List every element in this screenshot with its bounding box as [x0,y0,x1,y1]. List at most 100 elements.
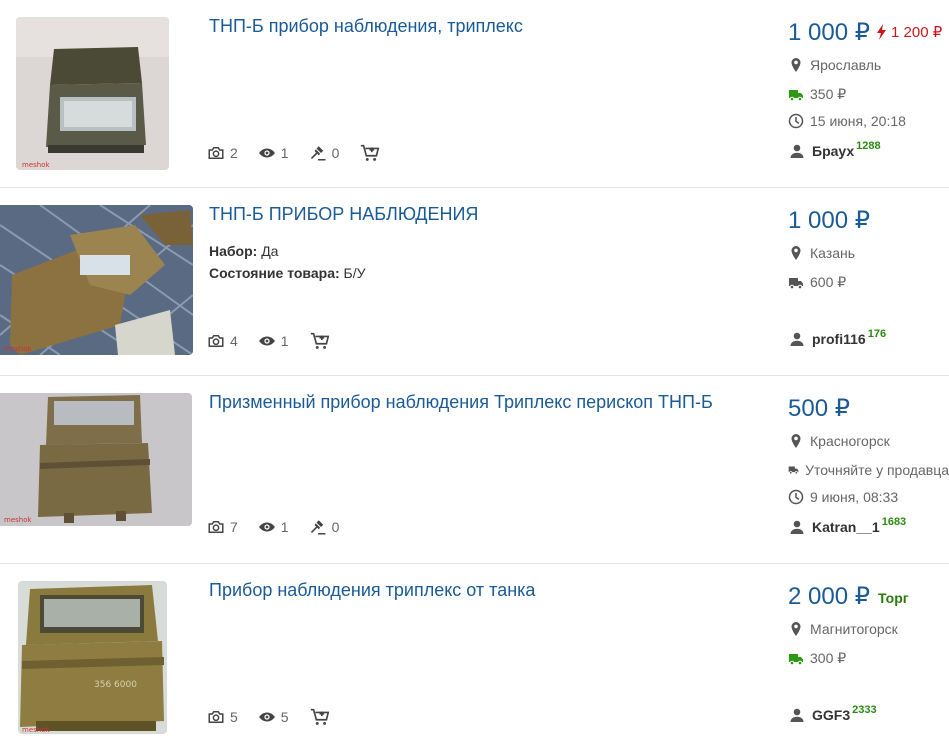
listing-row: 356 6000 meshok Прибор наблюдения трипле… [0,564,949,752]
blitz-price-value: 1 200 ₽ [891,24,943,41]
cart-add-icon [310,708,329,725]
property-row: Набор: Да [209,240,366,262]
seller-name: GGF3 [812,707,851,723]
add-to-cart-button[interactable] [359,142,386,164]
eye-icon [258,522,275,532]
listing-row: meshok ТНП-Б ПРИБОР НАБЛЮДЕНИЯ Набор: Да… [0,188,949,376]
listing-delivery: Уточняйте у продавца [788,462,949,478]
add-to-cart-button[interactable] [309,330,336,352]
product-photo: meshok [0,393,192,526]
gavel-icon [310,146,326,161]
listing-date: 9 июня, 08:33 [788,489,898,505]
svg-text:meshok: meshok [4,345,32,353]
listing-title[interactable]: Прибор наблюдения триплекс от танка [209,580,535,601]
seller-link[interactable]: GGF3 2333 [789,704,877,723]
user-icon [790,520,804,534]
listing-delivery: 300 ₽ [788,650,846,667]
eye-icon [258,336,275,346]
listing-delivery: 600 ₽ [788,274,846,291]
property-label: Состояние товара: [209,265,340,281]
eye-icon [258,712,275,722]
blitz-price: 1 200 ₽ [876,23,942,41]
location-pin-icon [791,58,801,72]
listing-row: meshok Призменный прибор наблюдения Трип… [0,376,949,564]
property-value: Да [261,243,279,259]
listing-delivery: 350 ₽ [788,86,846,103]
delivery-value: 300 ₽ [810,650,847,666]
photo-count: 5 [207,708,238,726]
cart-add-icon [310,332,329,349]
seller-name: Браух [812,143,855,159]
listing-date: 15 июня, 20:18 [788,113,906,129]
delivery-value: 350 ₽ [810,86,847,102]
property-value: Б/У [343,265,366,281]
listing-thumbnail[interactable]: 356 6000 meshok [18,581,167,734]
photo-count: 2 [207,144,238,162]
negotiable-badge: Торг [878,590,909,606]
seller-name: Katran__1 [812,519,880,535]
listing-thumbnail[interactable]: meshok [0,393,192,526]
lightning-icon [877,24,886,40]
photo-count-value: 5 [230,709,238,725]
photo-count-value: 7 [230,519,238,535]
listing-title[interactable]: Призменный прибор наблюдения Триплекс пе… [209,392,713,413]
listing-stats: 4 1 [207,330,356,352]
svg-text:meshok: meshok [4,516,32,524]
listing-price: 1 000 ₽ [788,19,870,46]
location-pin-icon [791,434,801,448]
delivery-value: Уточняйте у продавца [805,462,949,478]
listing-city: Красногорск [788,433,890,449]
add-to-cart-button[interactable] [309,706,336,728]
listing-stats: 2 1 0 [207,142,406,164]
svg-text:meshok: meshok [22,726,50,734]
seller-rating: 1288 [856,140,881,152]
listing-city: Магнитогорск [788,621,898,637]
photo-count: 4 [207,332,238,350]
view-count-value: 1 [280,145,289,161]
city-value: Магнитогорск [810,621,898,637]
city-value: Красногорск [810,433,890,449]
photo-count-value: 2 [230,145,238,161]
location-pin-icon [791,246,801,260]
view-count: 1 [258,144,289,162]
view-count-value: 5 [280,709,289,725]
seller-link[interactable]: Браух 1288 [789,140,881,159]
listing-city: Ярославль [788,57,881,73]
svg-text:356 6000: 356 6000 [94,680,137,690]
property-row: Состояние товара: Б/У [209,262,366,284]
camera-icon [208,147,224,159]
svg-text:meshok: meshok [22,161,50,169]
listing-thumbnail[interactable]: meshok [0,205,193,355]
listing-price: 1 000 ₽ [788,207,870,234]
listing-title[interactable]: ТНП-Б прибор наблюдения, триплекс [209,16,523,37]
bid-count: 0 [309,518,340,536]
listing-thumbnail[interactable]: meshok [16,17,169,170]
seller-link[interactable]: profi116 176 [789,328,887,347]
gavel-icon [310,520,326,535]
listing-stats: 7 1 0 [207,518,359,536]
delivery-truck-icon [789,89,803,101]
seller-rating: 176 [867,328,887,340]
property-label: Набор: [209,243,258,259]
clock-icon [788,113,804,129]
listing-price: 2 000 ₽ [788,583,870,610]
camera-icon [208,335,224,347]
clock-icon [788,489,804,505]
bid-count: 0 [309,144,339,162]
date-value: 9 июня, 08:33 [810,489,899,505]
cart-add-icon [361,144,380,161]
date-value: 15 июня, 20:18 [810,113,906,129]
eye-icon [258,148,275,158]
listing-title[interactable]: ТНП-Б ПРИБОР НАБЛЮДЕНИЯ [209,204,478,225]
city-value: Ярославль [810,57,882,73]
listing-stats: 5 5 [207,706,356,728]
user-icon [790,332,804,346]
view-count: 1 [258,518,289,536]
seller-link[interactable]: Katran__1 1683 [789,516,907,535]
city-value: Казань [810,245,856,261]
bid-count-value: 0 [331,519,340,535]
listing-row: meshok ТНП-Б прибор наблюдения, триплекс… [0,0,949,188]
seller-rating: 1683 [881,516,907,528]
product-photo: meshok [16,17,169,170]
view-count: 5 [258,708,289,726]
